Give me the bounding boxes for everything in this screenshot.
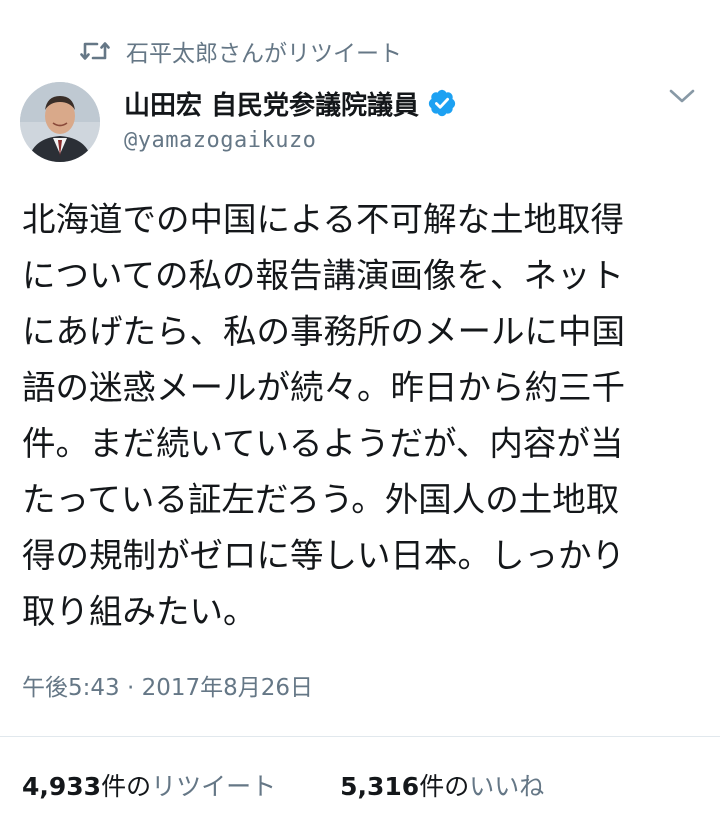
- chevron-down-icon: [668, 87, 696, 109]
- tweet-text-line: 件。まだ続いているようだが、内容が当: [22, 424, 624, 463]
- tweet-menu-button[interactable]: [662, 82, 702, 114]
- tweet-text-line: についての私の報告講演画像を、ネット: [22, 256, 624, 295]
- retweet-count-label: リツイート: [151, 772, 277, 801]
- tweet-text-line: 得の規制がゼロに等しい日本。しっかり: [22, 536, 625, 575]
- author-display-name[interactable]: 山田宏 自民党参議院議員: [124, 85, 419, 122]
- author-name-row: 山田宏 自民党参議院議員: [124, 84, 457, 122]
- retweet-context: 石平太郎さんがリツイート: [80, 34, 402, 68]
- tweet-text-line: 取り組みたい。: [22, 592, 257, 631]
- author-handle[interactable]: @yamazogaikuzo: [124, 128, 316, 153]
- like-count-link[interactable]: 5,316 件の いいね: [340, 767, 544, 803]
- tweet-timestamp[interactable]: 午後5:43 · 2017年8月26日: [22, 668, 313, 702]
- tweet-text: 北海道での中国による不可解な土地取得 についての私の報告講演画像を、ネット にあ…: [22, 192, 712, 640]
- tweet-text-line: 語の迷惑メールが続々。昨日から約三千: [22, 368, 625, 407]
- like-count: 5,316: [340, 772, 420, 801]
- retweet-count-unit: 件の: [101, 772, 152, 801]
- like-count-label: いいね: [469, 772, 545, 801]
- retweet-count: 4,933: [22, 772, 102, 801]
- stats-divider: [0, 736, 720, 737]
- verified-badge-icon: [427, 88, 457, 118]
- tweet-text-line: にあげたら、私の事務所のメールに中国: [22, 312, 625, 351]
- retweet-context-text[interactable]: 石平太郎さんがリツイート: [126, 34, 402, 68]
- like-count-unit: 件の: [419, 772, 470, 801]
- retweet-count-link[interactable]: 4,933 件の リツイート: [22, 767, 276, 803]
- author-avatar[interactable]: [20, 82, 100, 162]
- tweet-text-line: 北海道での中国による不可解な土地取得: [22, 200, 624, 239]
- tweet-stats: 4,933 件の リツイート 5,316 件の いいね: [22, 762, 544, 808]
- tweet-text-line: たっている証左だろう。外国人の土地取: [22, 480, 620, 519]
- retweet-icon: [80, 39, 110, 63]
